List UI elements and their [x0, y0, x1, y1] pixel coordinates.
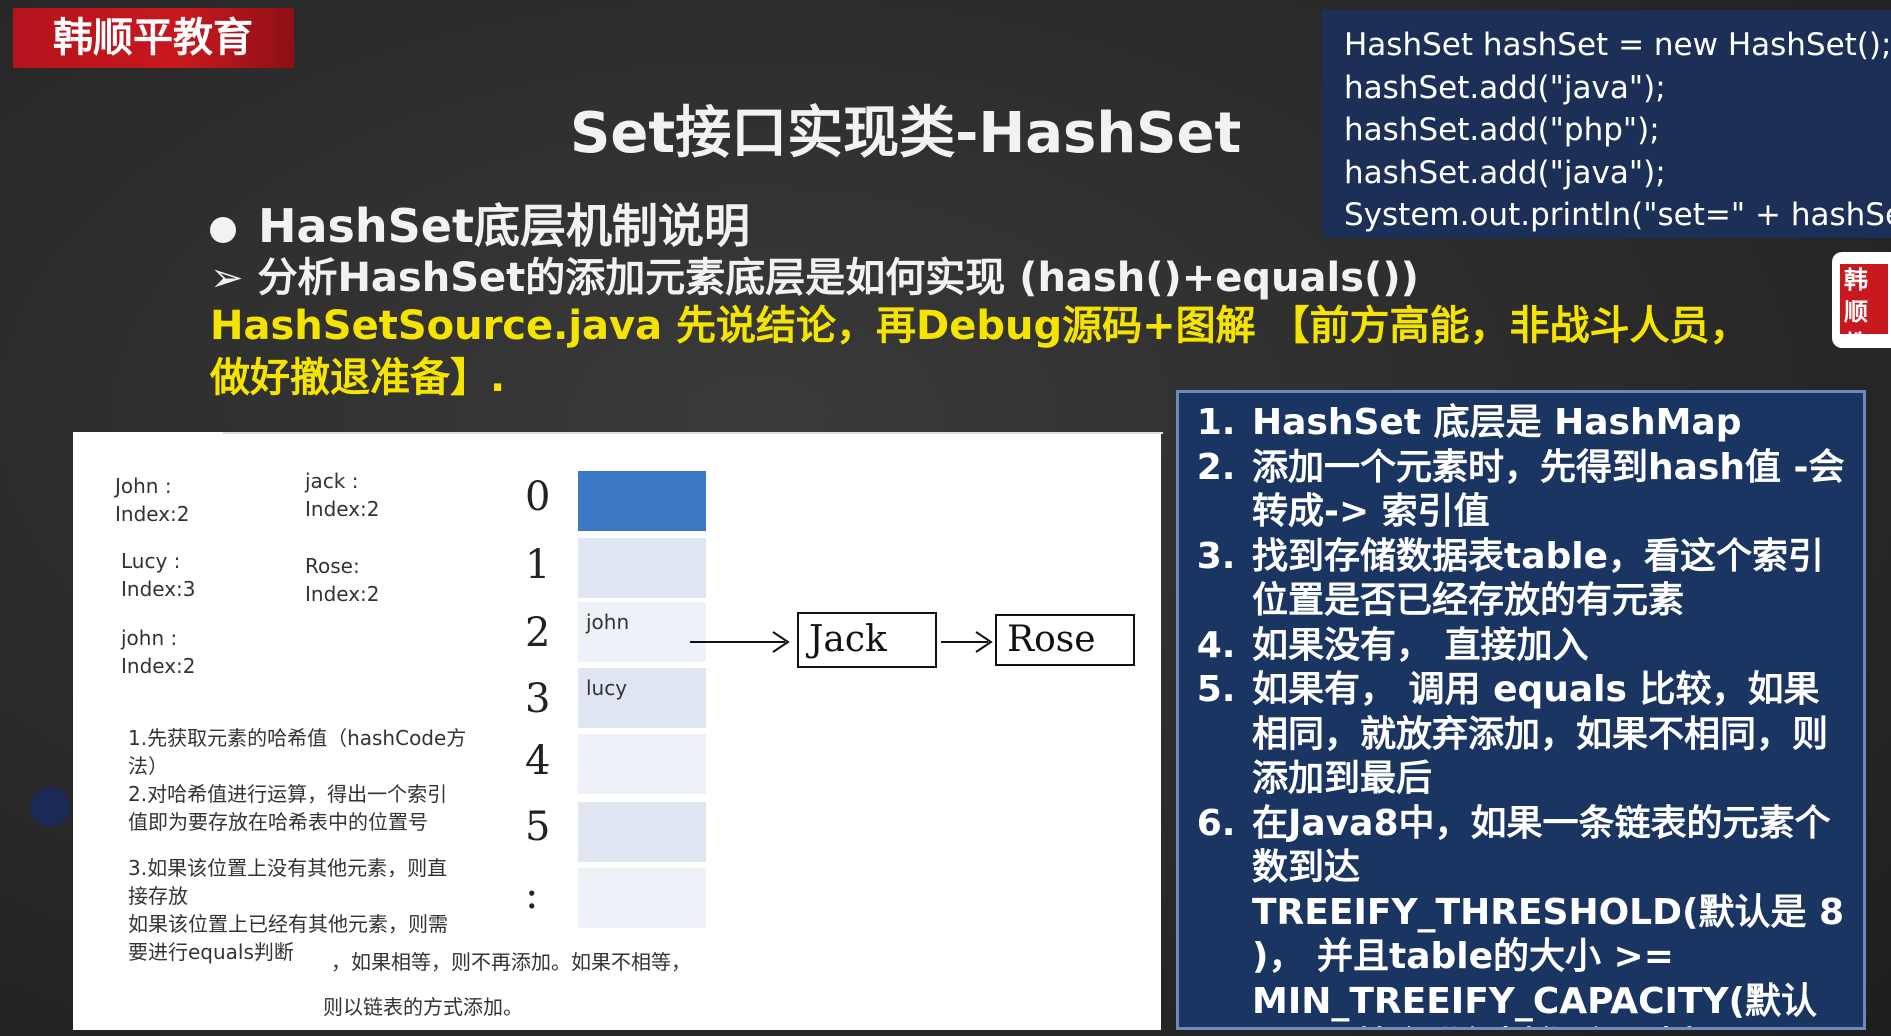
hash-table-diagram: John : Index:2 Lucy : Index:3 john : Ind…	[73, 432, 1163, 1030]
arrows-layer	[690, 631, 993, 653]
side-tab-label: 韩顺教	[1840, 264, 1888, 348]
highlight-text: HashSetSource.java 先说结论，再Debug源码+图解 【前方高…	[210, 300, 1810, 404]
notes-panel: HashSet 底层是 HashMap 添加一个元素时，先得到hash值 -会转…	[1176, 390, 1866, 1030]
side-tab[interactable]: 韩顺教	[1832, 252, 1891, 348]
note-item: 如果有， 调用 equals 比较，如果相同，就放弃添加，如果不相同，则添加到最…	[1248, 668, 1853, 802]
note-item: 在Java8中，如果一条链表的元素个数到达 TREEIFY_THRESHOLD(…	[1248, 802, 1853, 1028]
code-box: HashSet hashSet = new HashSet(); hashSet…	[1322, 10, 1891, 238]
note-item: 添加一个元素时，先得到hash值 -会转成-> 索引值	[1248, 446, 1853, 535]
highlight-line-1: HashSetSource.java 先说结论，再Debug源码+图解 【前方高…	[210, 303, 1750, 349]
note-item: HashSet 底层是 HashMap	[1248, 401, 1853, 446]
linked-node-jack: Jack	[797, 612, 937, 668]
code-line: hashSet.add("java");	[1344, 154, 1666, 191]
note-item: 找到存储数据表table，看这个索引位置是否已经存放的有元素	[1248, 535, 1853, 624]
code-line: System.out.println("set=" + hashSet);	[1344, 197, 1891, 233]
code-line: hashSet.add("java");	[1344, 69, 1666, 106]
slide-title: Set接口实现类-HashSet	[570, 101, 1242, 166]
bullet-dot-icon	[210, 216, 236, 243]
code-line: HashSet hashSet = new HashSet();	[1344, 27, 1891, 63]
brand-logo: 韩顺平教育	[13, 8, 294, 68]
sub-point: ➢ 分析HashSet的添加元素底层是如何实现 (hash()+equals()…	[210, 255, 1419, 301]
note-item: 如果没有， 直接加入	[1248, 624, 1853, 669]
linked-node-rose: Rose	[995, 614, 1135, 666]
code-line: hashSet.add("php");	[1344, 112, 1660, 148]
mouse-cursor-icon	[30, 787, 70, 827]
